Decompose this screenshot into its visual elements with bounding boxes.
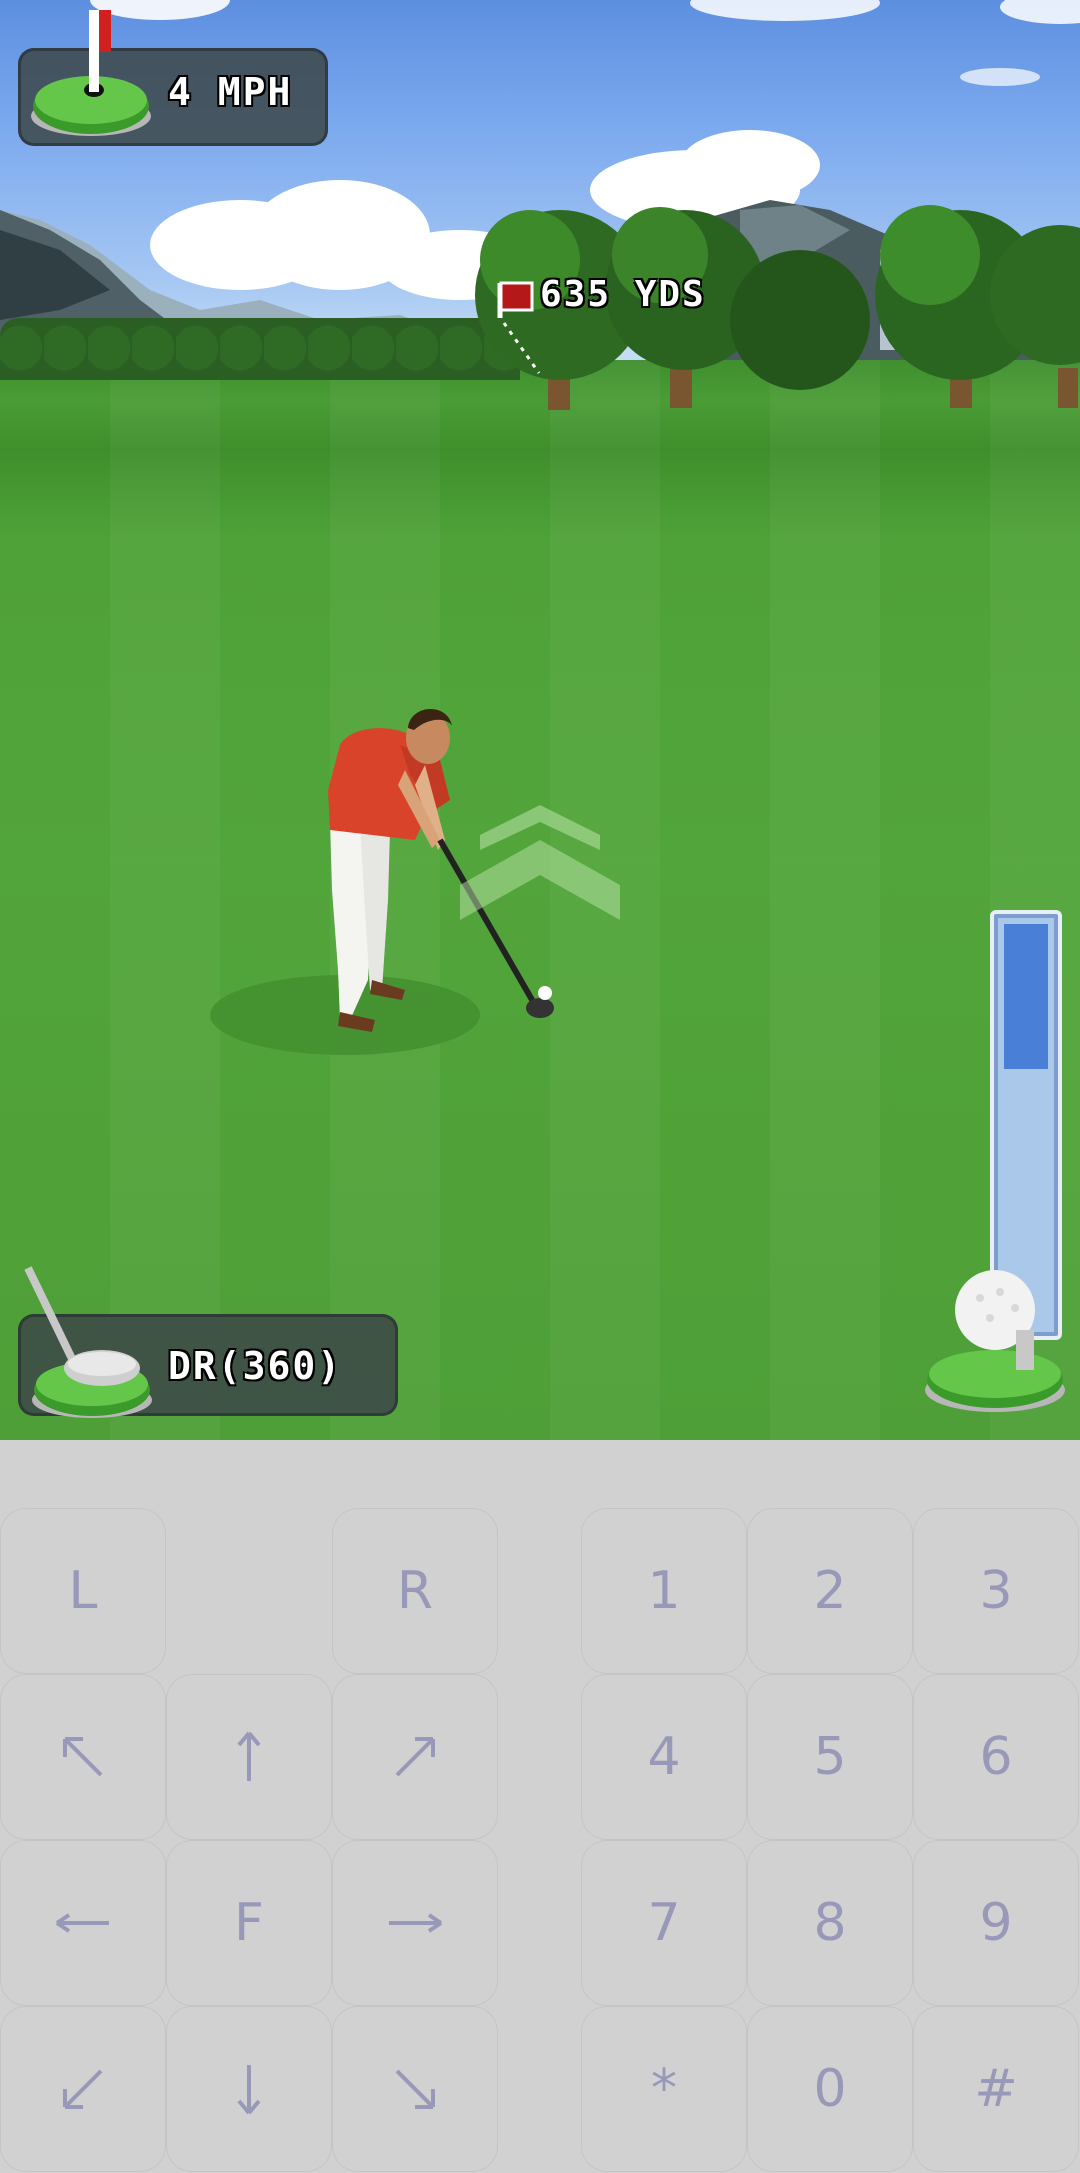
game-scene[interactable]: 635 YDS 4 MPH DR(360) (0, 0, 1080, 1440)
key-5[interactable]: 5 (747, 1674, 913, 1840)
key-up[interactable] (166, 1674, 332, 1840)
aim-direction-chevrons (460, 805, 620, 920)
power-meter-fill (1004, 924, 1048, 1069)
key-3[interactable]: 3 (913, 1508, 1079, 1674)
key-7[interactable]: 7 (581, 1840, 747, 2006)
key-0[interactable]: 0 (747, 2006, 913, 2172)
cloud (1000, 0, 1080, 24)
treeline (0, 318, 520, 380)
cloud (690, 0, 880, 21)
golf-ball-tee-icon (925, 1270, 1065, 1412)
key-r[interactable]: R (332, 1508, 498, 1674)
distance-to-pin-label: 635 YDS (540, 274, 706, 315)
key-1[interactable]: 1 (581, 1508, 747, 1674)
arrow-down-icon (237, 2065, 261, 2115)
key-hash[interactable]: # (913, 2006, 1079, 2172)
wind-flag-icon (31, 10, 151, 136)
arrow-up-right-icon (395, 1737, 435, 1777)
key-right[interactable] (332, 1840, 498, 2006)
key-2[interactable]: 2 (747, 1508, 913, 1674)
key-left[interactable] (0, 1840, 166, 2006)
arrow-up-left-icon (63, 1737, 103, 1777)
arrow-down-right-icon (395, 2069, 435, 2109)
wind-speed-label: 4 MPH (168, 70, 293, 114)
key-star[interactable]: * (581, 2006, 747, 2172)
arrow-up-icon (237, 1731, 261, 1781)
key-f[interactable]: F (166, 1840, 332, 2006)
key-4[interactable]: 4 (581, 1674, 747, 1840)
golf-club-icon (24, 1266, 152, 1418)
arrow-down-left-icon (63, 2069, 103, 2109)
arrow-left-icon (55, 1913, 109, 1933)
key-up-left[interactable] (0, 1674, 166, 1840)
key-6[interactable]: 6 (913, 1674, 1079, 1840)
arrow-right-icon (389, 1913, 443, 1933)
key-down-right[interactable] (332, 2006, 498, 2172)
key-up-right[interactable] (332, 1674, 498, 1840)
key-9[interactable]: 9 (913, 1840, 1079, 2006)
virtual-keypad: L R 1 2 3 4 5 6 F 7 8 9 * 0 # (0, 1440, 1080, 2173)
club-selection-label: DR(360) (168, 1344, 343, 1388)
key-down[interactable] (166, 2006, 332, 2172)
key-8[interactable]: 8 (747, 1840, 913, 2006)
key-down-left[interactable] (0, 2006, 166, 2172)
pin-flag-icon (497, 281, 541, 374)
key-l[interactable]: L (0, 1508, 166, 1674)
cloud (960, 68, 1040, 86)
